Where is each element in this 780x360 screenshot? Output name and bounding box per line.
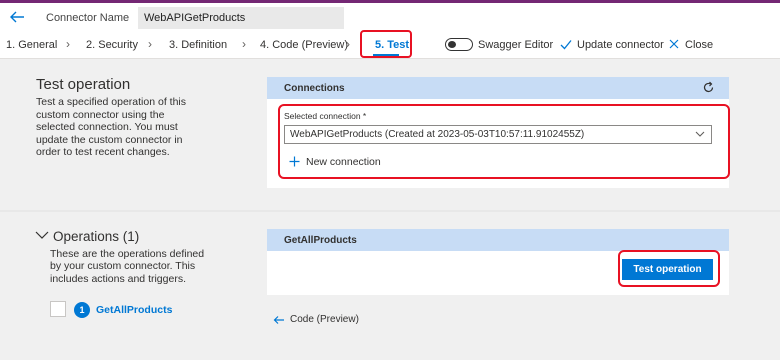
close-button[interactable]: Close (685, 39, 713, 51)
step-definition[interactable]: 3. Definition (169, 39, 227, 51)
plus-icon (289, 156, 300, 167)
operation-number-badge: 1 (74, 302, 90, 318)
operation-panel-title: GetAllProducts (284, 235, 357, 246)
operation-getallproducts-link[interactable]: GetAllProducts (96, 304, 172, 316)
back-link-label: Code (Preview) (290, 314, 359, 325)
chevron-down-icon[interactable] (35, 230, 49, 240)
selected-connection-label: Selected connection * (284, 111, 367, 121)
header-bar: Connector Name (0, 3, 780, 30)
toggle-knob (448, 41, 456, 48)
step-security[interactable]: 2. Security (86, 39, 138, 51)
checkmark-icon (560, 40, 572, 50)
operations-title: Operations (1) (53, 229, 140, 244)
active-step-underline (373, 54, 399, 56)
selected-connection-value: WebAPIGetProducts (Created at 2023-05-03… (290, 129, 585, 140)
test-operation-title: Test operation (36, 76, 131, 93)
step-code-preview[interactable]: 4. Code (Preview) (260, 39, 348, 51)
step-general[interactable]: 1. General (6, 39, 57, 51)
arrow-left-icon (273, 316, 284, 324)
chevron-right-icon: › (148, 37, 152, 51)
new-connection-label: New connection (306, 156, 381, 168)
chevron-down-icon (695, 131, 705, 137)
chevron-right-icon: › (346, 37, 350, 51)
swagger-editor-toggle[interactable] (445, 38, 473, 51)
connections-header: Connections (267, 77, 729, 99)
update-connector-button[interactable]: Update connector (577, 39, 664, 51)
close-icon (669, 39, 679, 49)
chevron-right-icon: › (242, 37, 246, 51)
refresh-icon[interactable] (702, 81, 715, 94)
step-nav: 1. General › 2. Security › 3. Definition… (0, 30, 780, 59)
connector-name-label: Connector Name (46, 12, 130, 24)
operation-checkbox[interactable] (50, 301, 66, 317)
test-operation-button[interactable]: Test operation (622, 259, 713, 280)
chevron-right-icon: › (66, 37, 70, 51)
operation-panel-header: GetAllProducts (267, 229, 729, 251)
connector-name-input[interactable] (138, 7, 344, 29)
selected-connection-dropdown[interactable]: WebAPIGetProducts (Created at 2023-05-03… (284, 125, 712, 144)
test-operation-description: Test a specified operation of this custo… (36, 96, 187, 158)
step-test-label: 5. Test (375, 39, 410, 51)
swagger-editor-label[interactable]: Swagger Editor (478, 39, 553, 51)
operations-description: These are the operations defined by your… (50, 248, 205, 285)
back-arrow-icon[interactable] (8, 9, 26, 25)
connections-title: Connections (284, 83, 345, 94)
step-test[interactable]: 5. Test (360, 30, 412, 58)
